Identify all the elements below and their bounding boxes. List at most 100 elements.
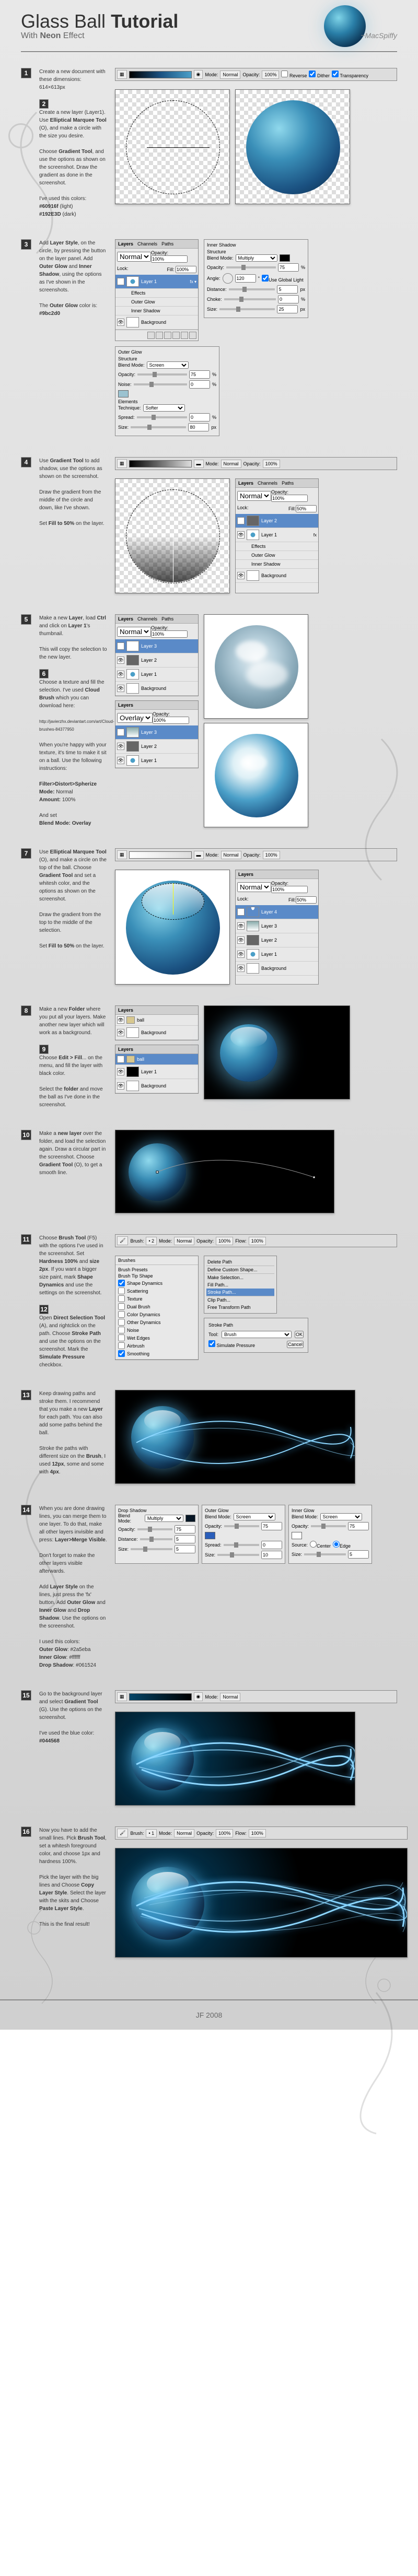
blend-select[interactable]: Multiply (236, 254, 277, 262)
tab-p[interactable]: Paths (161, 616, 173, 622)
sl[interactable] (137, 1528, 172, 1530)
l4[interactable]: 👁Layer 4 (236, 905, 318, 919)
cm-4[interactable]: Stroke Path... (206, 1289, 274, 1296)
tab-layers[interactable]: Layers (238, 481, 253, 486)
angle-val[interactable] (235, 274, 256, 283)
l1[interactable]: 👁Layer 1 (115, 754, 198, 768)
sl[interactable] (224, 1544, 259, 1546)
bm[interactable]: Overlay (117, 713, 153, 723)
mask-icon[interactable] (164, 332, 171, 339)
gradient-preview[interactable] (129, 71, 192, 78)
size-slider[interactable] (219, 308, 275, 310)
bm[interactable]: Normal (237, 882, 271, 892)
lbg[interactable]: 👁Background (115, 1026, 198, 1040)
visibility-icon[interactable]: 👁 (117, 278, 124, 285)
choke-slider[interactable] (224, 298, 276, 300)
lbg[interactable]: 👁Background (115, 1079, 198, 1093)
layer-outerglow[interactable]: Outer Glow (115, 298, 198, 307)
dither-check[interactable]: Dither (309, 71, 330, 78)
cancel-button[interactable]: Cancel (287, 1341, 304, 1348)
brush-icon[interactable]: 🖌 (117, 1829, 128, 1837)
grad-prev[interactable] (129, 851, 192, 859)
op[interactable]: 100% (216, 1237, 233, 1245)
cm-1[interactable]: Define Custom Shape... (206, 1266, 274, 1273)
eye-icon[interactable]: 👁 (237, 572, 245, 579)
opacity-input[interactable] (151, 255, 188, 263)
dist-val[interactable] (277, 285, 298, 294)
tab-channels[interactable]: Channels (137, 241, 157, 247)
layer-1[interactable]: 👁Layer 1 fx (236, 528, 318, 542)
tab-ch[interactable]: Channels (258, 481, 277, 486)
tab-l[interactable]: Layers (118, 616, 133, 622)
tool-select[interactable]: Brush (222, 1331, 292, 1338)
lbg[interactable]: 👁Background (115, 682, 198, 696)
mode-select[interactable]: Normal (220, 71, 240, 79)
src-ctr[interactable]: Center (310, 1541, 331, 1549)
v[interactable] (261, 1541, 282, 1549)
gradient-type-radial[interactable]: ◉ (194, 70, 203, 79)
layer-2[interactable]: 👁Layer 2 (236, 514, 318, 528)
airbrush[interactable]: Airbrush (118, 1342, 195, 1350)
v[interactable] (261, 1551, 282, 1559)
shape-dyn[interactable]: Shape Dynamics (118, 1279, 195, 1287)
eye-icon[interactable]: 👁 (117, 1029, 124, 1036)
other-dyn[interactable]: Other Dynamics (118, 1318, 195, 1326)
spread-val[interactable] (189, 413, 210, 421)
tab-c[interactable]: Channels (137, 616, 157, 622)
folder-ball[interactable]: 👁ball (115, 1015, 198, 1026)
noise[interactable]: Noise (118, 1326, 195, 1334)
fx-badge[interactable]: fx ▾ (190, 279, 196, 284)
sl[interactable] (140, 1538, 172, 1540)
cm-0[interactable]: Delete Path (206, 1258, 274, 1266)
l2[interactable]: 👁Layer 2 (236, 933, 318, 947)
sl[interactable] (131, 1548, 172, 1550)
blend-select[interactable]: Screen (147, 361, 189, 369)
mode[interactable]: Normal (221, 851, 241, 859)
v[interactable] (175, 1525, 195, 1533)
sl[interactable] (311, 1525, 346, 1527)
flow[interactable]: 100% (249, 1829, 266, 1837)
folder-ball[interactable]: 👁ball (115, 1054, 198, 1065)
cm-3[interactable]: Fill Path... (206, 1281, 274, 1289)
wet[interactable]: Wet Edges (118, 1334, 195, 1342)
tab-l[interactable]: Layers (238, 872, 253, 877)
op[interactable] (151, 630, 188, 638)
flow[interactable]: 100% (249, 1237, 266, 1245)
bm[interactable]: Screen (234, 1513, 275, 1520)
sl[interactable] (217, 1554, 259, 1556)
tab-l[interactable]: Layers (118, 702, 133, 708)
eye-icon[interactable]: 👁 (117, 729, 124, 736)
scattering[interactable]: Scattering (118, 1287, 195, 1295)
cm-5[interactable]: Clip Path... (206, 1296, 274, 1304)
eye-icon[interactable]: 👁 (117, 685, 124, 692)
op-in[interactable] (271, 495, 308, 502)
op[interactable]: 100% (216, 1829, 233, 1837)
eye-icon[interactable]: 👁 (117, 1056, 124, 1063)
eye-icon[interactable]: 👁 (117, 743, 124, 750)
simulate-check[interactable]: Simulate Pressure (208, 1340, 255, 1348)
brush-icon[interactable]: 🖌 (117, 1236, 128, 1245)
fx-eff[interactable]: Effects (236, 542, 318, 551)
choke-val[interactable] (278, 295, 299, 303)
tool-icon[interactable]: ▦ (117, 850, 127, 859)
fx-og[interactable]: Outer Glow (236, 551, 318, 560)
sw[interactable] (185, 1515, 195, 1522)
l3[interactable]: 👁Layer 3 (115, 639, 198, 653)
l2[interactable]: 👁Layer 2 (115, 740, 198, 754)
layer-bg[interactable]: 👁Background (236, 569, 318, 583)
tool-icon[interactable]: ▦ (117, 1692, 127, 1701)
eye-icon[interactable]: 👁 (117, 1068, 124, 1075)
dist-slider[interactable] (229, 288, 275, 290)
lbg[interactable]: 👁Background (236, 962, 318, 976)
layer-innershadow[interactable]: Inner Shadow (115, 307, 198, 315)
size-slider[interactable] (131, 426, 186, 428)
fill-input[interactable] (176, 266, 196, 273)
color-swatch[interactable] (280, 254, 290, 262)
eye-icon[interactable]: 👁 (237, 517, 245, 524)
mode[interactable]: Normal (174, 1829, 194, 1837)
tab-l[interactable]: Layers (118, 1008, 133, 1013)
layer-item-1[interactable]: 👁 Layer 1 fx ▾ (115, 275, 198, 289)
trash-icon[interactable] (189, 332, 196, 339)
op[interactable] (153, 717, 189, 724)
glow-color-swatch[interactable] (118, 390, 129, 397)
